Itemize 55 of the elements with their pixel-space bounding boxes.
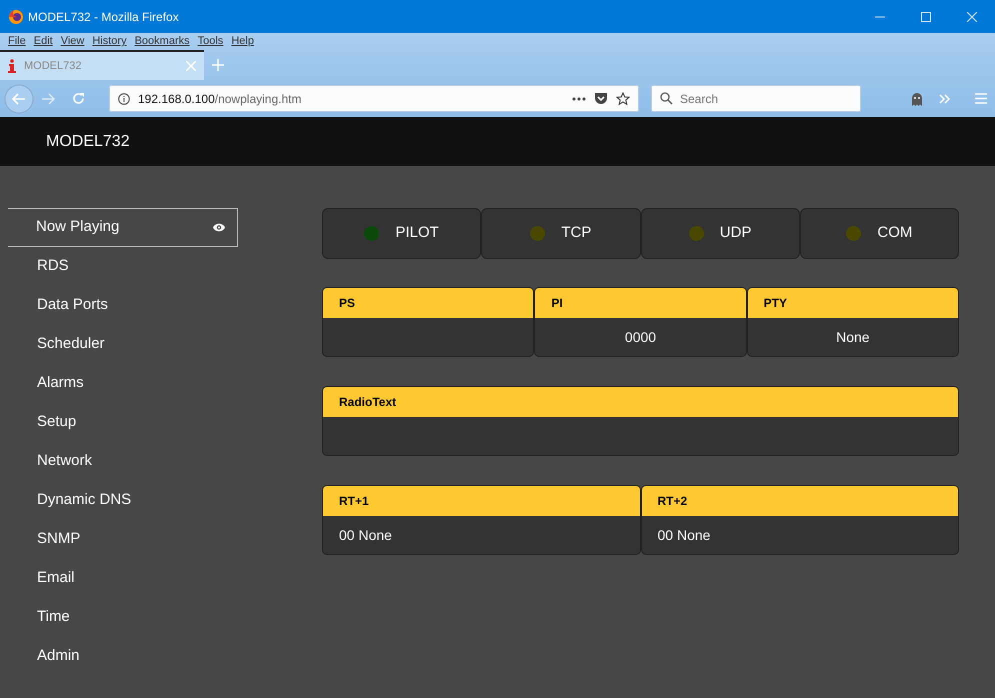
menu-item[interactable]: View [60,33,84,50]
menu-icon[interactable] [975,93,987,104]
panel-header: PI [535,288,746,318]
url-text: 192.168.0.100/nowplaying.htm [138,90,302,108]
search-field[interactable]: Search [651,85,861,112]
tab-title: MODEL732 [24,58,82,74]
panel-header: RT+2 [642,486,958,516]
panel-value: 00 None [658,526,710,544]
panel-header: PTY [748,288,958,318]
window-title: MODEL732 - Mozilla Firefox [28,8,180,26]
close-icon[interactable] [967,12,977,22]
indicator-label: COM [877,223,912,244]
site-icon [8,59,16,73]
sidebar-item[interactable]: Email [8,559,238,598]
menu-item[interactable]: Edit [34,33,53,50]
sidebar-item[interactable]: SNMP [8,520,238,559]
address-bar[interactable]: 192.168.0.100/nowplaying.htm [109,85,639,112]
panel-value: 00 None [339,526,392,544]
back-icon[interactable] [4,84,34,114]
sidebar-item[interactable]: Now Playing [8,208,238,247]
panel-header: PS [323,288,534,318]
sidebar-item[interactable]: Setup [8,403,238,442]
reload-icon[interactable] [72,92,85,105]
sidebar-item[interactable]: Time [8,598,238,637]
overflow-icon[interactable] [939,94,951,104]
sidebar-item[interactable]: Data Ports [8,286,238,325]
panel-value: 0000 [624,328,656,346]
sidebar-item[interactable]: Admin [8,637,238,676]
browser-logo-icon [8,8,24,24]
new-tab-icon[interactable] [212,59,224,71]
panel-value: None [836,328,870,346]
sidebar-item[interactable]: Dynamic DNS [8,481,238,520]
star-icon[interactable] [616,92,630,106]
sidebar-item[interactable]: RDS [8,247,238,286]
menu-item[interactable]: Tools [198,33,224,50]
menu-item[interactable]: Bookmarks [134,33,190,50]
sidebar-item[interactable]: Network [8,442,238,481]
info-icon[interactable] [118,92,130,104]
menu-item[interactable]: File [8,33,26,50]
brand-title[interactable]: MODEL732 [46,130,130,154]
indicator-label: TCP [561,223,592,244]
menu-item[interactable]: History [92,33,127,50]
panel-header: RT+1 [323,486,640,516]
ghost-icon[interactable] [911,92,923,106]
search-icon [660,92,673,105]
sidebar-item[interactable]: Alarms [8,364,238,403]
more-icon[interactable] [572,96,586,100]
maximize-icon[interactable] [921,12,931,22]
indicator-label: PILOT [395,223,439,244]
indicator-label: UDP [720,223,752,244]
sidebar-item[interactable]: Scheduler [8,325,238,364]
eye-icon [213,223,225,232]
panel-header: RadioText [323,387,958,417]
pocket-icon[interactable] [594,92,608,105]
menu-item[interactable]: Help [231,33,254,50]
